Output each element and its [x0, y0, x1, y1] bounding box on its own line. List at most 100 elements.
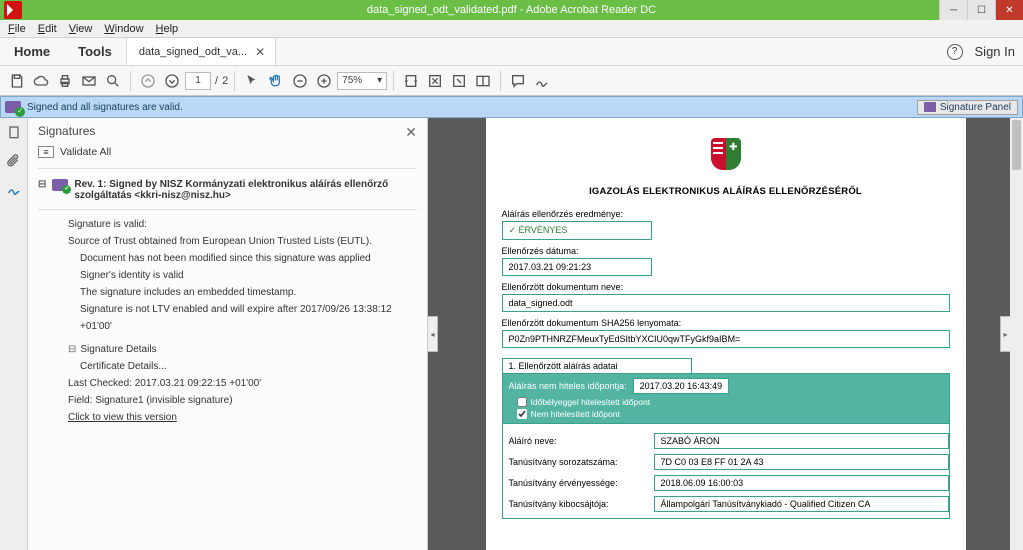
sig-detail-text: Document has not been modified since thi…: [68, 250, 417, 267]
signer-block: Aláíró neve:SZABÓ ÁRON Tanúsítvány soroz…: [502, 424, 950, 519]
sig-detail-text: Source of Trust obtained from European U…: [68, 233, 417, 250]
sign-in-link[interactable]: Sign In: [975, 44, 1015, 59]
field-value: SZABÓ ÁRON: [654, 433, 949, 449]
checkbox-timestamped: Időbélyeggel hitelesített időpont: [517, 397, 943, 407]
page-up-icon[interactable]: [137, 70, 159, 92]
page-total: 2: [222, 75, 228, 87]
field-label: Aláírás ellenőrzés eredménye:: [502, 209, 950, 219]
collapse-icon[interactable]: ⊟: [38, 179, 46, 190]
minimize-button[interactable]: ─: [939, 0, 967, 20]
signature-valid-icon: [5, 101, 21, 113]
zoom-select[interactable]: 75%▾: [337, 72, 387, 90]
sig-detail-text: Last Checked: 2017.03.21 09:22:15 +01'00…: [68, 375, 417, 392]
field-value: Állampolgári Tanúsítványkiadó - Qualifie…: [654, 496, 949, 512]
panel-collapse-handle-left[interactable]: ◂: [428, 316, 438, 352]
zoom-in-icon[interactable]: [313, 70, 335, 92]
revision-title: Rev. 1: Signed by NISZ Kormányzati elekt…: [74, 179, 417, 201]
maximize-button[interactable]: ☐: [967, 0, 995, 20]
sig-detail-text: The signature includes an embedded times…: [68, 284, 417, 301]
field-label: Ellenőrzött dokumentum SHA256 lenyomata:: [502, 318, 950, 328]
checkbox: [517, 397, 527, 407]
titlebar: data_signed_odt_validated.pdf - Adobe Ac…: [0, 0, 1023, 20]
document-tab-label: data_signed_odt_va...: [139, 46, 247, 58]
timestamp-block: Aláírás nem hiteles időpontja: 2017.03.2…: [502, 373, 950, 424]
tools-button[interactable]: Tools: [64, 38, 126, 65]
thumbnails-icon[interactable]: [5, 124, 23, 142]
sig-detail-text: Signer's identity is valid: [68, 267, 417, 284]
left-rail: [0, 118, 28, 550]
signatures-panel: Signatures ✕ ≡ Validate All ⊟ Rev. 1: Si…: [28, 118, 428, 550]
signature-details-toggle[interactable]: ⊟ Signature Details: [68, 341, 417, 358]
field-label: Ellenőrzött dokumentum neve:: [502, 282, 950, 292]
page-down-icon[interactable]: [161, 70, 183, 92]
field-value: 2017.03.21 09:21:23: [502, 258, 652, 276]
field-value: 2018.06.09 16:00:03: [654, 475, 949, 491]
page-number-input[interactable]: 1: [185, 72, 211, 90]
view-version-link[interactable]: Click to view this version: [68, 409, 417, 426]
page-sep: /: [213, 75, 220, 87]
app-icon: [4, 1, 22, 19]
field-label: Ellenőrzés dátuma:: [502, 246, 950, 256]
home-button[interactable]: Home: [0, 38, 64, 65]
doc-heading: IGAZOLÁS ELEKTRONIKUS ALÁÍRÁS ELLENŐRZÉS…: [502, 186, 950, 197]
vertical-scrollbar[interactable]: [1010, 118, 1023, 550]
sig-detail-text: Signature is not LTV enabled and will ex…: [68, 301, 417, 335]
signatures-icon[interactable]: [5, 180, 23, 198]
signature-panel-button[interactable]: Signature Panel: [917, 100, 1018, 115]
menubar: File Edit View Window Help: [0, 20, 1023, 38]
mail-icon[interactable]: [78, 70, 100, 92]
help-icon[interactable]: ?: [947, 44, 963, 60]
document-viewer[interactable]: ◂ ▸ IGAZOLÁS ELEKTRONIKUS ALÁÍRÁS ELLENŐ…: [428, 118, 1023, 550]
read-mode-icon[interactable]: [472, 70, 494, 92]
print-icon[interactable]: [54, 70, 76, 92]
field-label: Tanúsítvány érvényessége:: [509, 478, 644, 488]
select-tool-icon[interactable]: [241, 70, 263, 92]
validate-all-button[interactable]: ≡ Validate All: [38, 146, 417, 169]
field-value: ÉRVÉNYES: [502, 221, 652, 240]
sig-detail-text: Signature is valid:: [68, 216, 417, 233]
fit-page-icon[interactable]: [424, 70, 446, 92]
collapse-icon[interactable]: ⊟: [68, 341, 76, 358]
revision-row[interactable]: ⊟ Rev. 1: Signed by NISZ Kormányzati ele…: [38, 179, 417, 210]
menu-window[interactable]: Window: [98, 21, 149, 37]
certificate-details-link[interactable]: Certificate Details...: [68, 358, 417, 375]
signature-validity-bar: Signed and all signatures are valid. Sig…: [0, 96, 1023, 118]
signature-item-icon: [52, 179, 68, 191]
window-title: data_signed_odt_validated.pdf - Adobe Ac…: [0, 4, 1023, 16]
panel-close-icon[interactable]: ✕: [405, 124, 417, 141]
sig-detail-text: Field: Signature1 (invisible signature): [68, 392, 417, 409]
document-tab[interactable]: data_signed_odt_va... ✕: [126, 38, 276, 65]
field-label: Tanúsítvány sorozatszáma:: [509, 457, 644, 467]
pen-icon: [924, 102, 936, 112]
field-label: Tanúsítvány kibocsájtója:: [509, 499, 644, 509]
section-header: 1. Ellenőrzött aláírás adatai: [502, 358, 692, 374]
cloud-icon[interactable]: [30, 70, 52, 92]
close-button[interactable]: ✕: [995, 0, 1023, 20]
checkbox: [517, 409, 527, 419]
save-icon[interactable]: [6, 70, 28, 92]
comment-icon[interactable]: [507, 70, 529, 92]
zoom-out-icon[interactable]: [289, 70, 311, 92]
tab-close-icon[interactable]: ✕: [255, 45, 265, 59]
field-value: P0Zn9PTHNRZFMeuxTyEdSItbYXCIU0qwTFyGkf9a…: [502, 330, 950, 348]
coat-of-arms-icon: [709, 138, 743, 180]
menu-file[interactable]: File: [2, 21, 32, 37]
toolbar: 1 / 2 75%▾: [0, 66, 1023, 96]
chevron-down-icon: ▾: [377, 75, 382, 86]
sign-icon[interactable]: [531, 70, 553, 92]
field-value: 7D C0 03 E8 FF 01 2A 43: [654, 454, 949, 470]
attachments-icon[interactable]: [5, 152, 23, 170]
menu-edit[interactable]: Edit: [32, 21, 63, 37]
pdf-page: IGAZOLÁS ELEKTRONIKUS ALÁÍRÁS ELLENŐRZÉS…: [486, 118, 966, 550]
hand-tool-icon[interactable]: [265, 70, 287, 92]
menu-view[interactable]: View: [63, 21, 99, 37]
signatures-heading: Signatures: [38, 124, 417, 138]
fullscreen-icon[interactable]: [448, 70, 470, 92]
tab-row: Home Tools data_signed_odt_va... ✕ ? Sig…: [0, 38, 1023, 66]
signature-valid-text: Signed and all signatures are valid.: [27, 102, 183, 113]
menu-help[interactable]: Help: [150, 21, 185, 37]
fit-width-icon[interactable]: [400, 70, 422, 92]
search-icon[interactable]: [102, 70, 124, 92]
panel-collapse-handle-right[interactable]: ▸: [1000, 316, 1010, 352]
checkbox-not-timestamped: Nem hitelesített időpont: [517, 409, 943, 419]
